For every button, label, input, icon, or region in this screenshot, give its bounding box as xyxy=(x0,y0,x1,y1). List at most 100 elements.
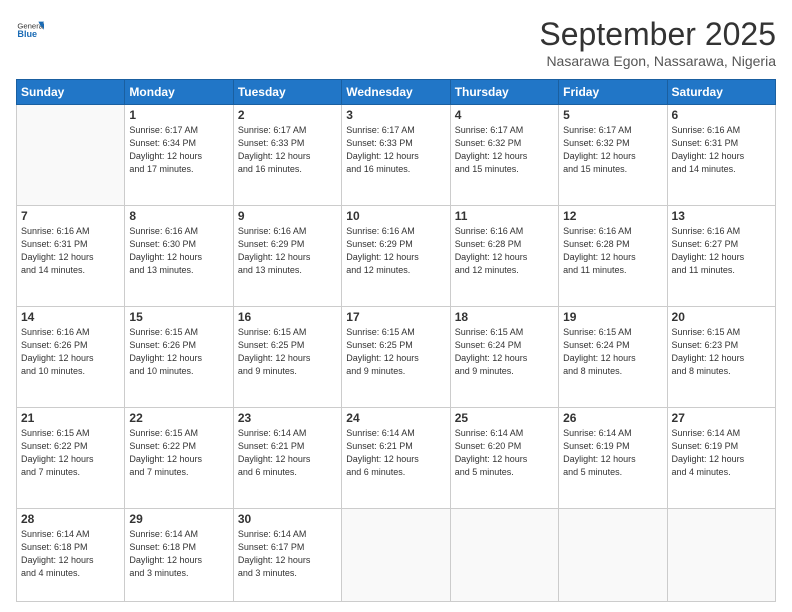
day-info: Sunrise: 6:17 AM Sunset: 6:32 PM Dayligh… xyxy=(455,124,554,176)
day-header-monday: Monday xyxy=(125,80,233,105)
calendar-week-2: 7Sunrise: 6:16 AM Sunset: 6:31 PM Daylig… xyxy=(17,206,776,307)
calendar-cell: 15 Sunrise: 6:15 AM Sunset: 6:26 PM Dayli… xyxy=(125,307,233,408)
calendar-cell: 21 Sunrise: 6:15 AM Sunset: 6:22 PM Dayli… xyxy=(17,408,125,509)
day-number: 13 xyxy=(672,209,771,223)
day-info: Sunrise: 6:16 AM Sunset: 6:27 PM Dayligh… xyxy=(672,225,771,277)
calendar-cell: 10 Sunrise: 6:16 AM Sunset: 6:29 PM Dayli… xyxy=(342,206,450,307)
logo-icon: General Blue xyxy=(16,16,44,44)
day-header-saturday: Saturday xyxy=(667,80,775,105)
calendar-week-3: 14 Sunrise: 6:16 AM Sunset: 6:26 PM Dayli… xyxy=(17,307,776,408)
calendar-cell: 8 Sunrise: 6:16 AM Sunset: 6:30 PM Daylig… xyxy=(125,206,233,307)
day-number: 12 xyxy=(563,209,662,223)
day-info: Sunrise: 6:15 AM Sunset: 6:26 PM Dayligh… xyxy=(129,326,228,378)
day-info: Sunrise: 6:15 AM Sunset: 6:25 PM Dayligh… xyxy=(346,326,445,378)
day-info: Sunrise: 6:14 AM Sunset: 6:19 PM Dayligh… xyxy=(563,427,662,479)
month-title: September 2025 xyxy=(539,16,776,53)
day-info: Sunrise: 6:15 AM Sunset: 6:23 PM Dayligh… xyxy=(672,326,771,378)
calendar-header-row: SundayMondayTuesdayWednesdayThursdayFrid… xyxy=(17,80,776,105)
location-subtitle: Nasarawa Egon, Nassarawa, Nigeria xyxy=(539,53,776,69)
day-number: 4 xyxy=(455,108,554,122)
calendar-cell: 22 Sunrise: 6:15 AM Sunset: 6:22 PM Dayli… xyxy=(125,408,233,509)
calendar-cell: 26 Sunrise: 6:14 AM Sunset: 6:19 PM Dayli… xyxy=(559,408,667,509)
day-number: 26 xyxy=(563,411,662,425)
day-info: Sunrise: 6:14 AM Sunset: 6:20 PM Dayligh… xyxy=(455,427,554,479)
day-number: 8 xyxy=(129,209,228,223)
day-header-friday: Friday xyxy=(559,80,667,105)
day-number: 20 xyxy=(672,310,771,324)
calendar-cell xyxy=(17,105,125,206)
calendar-cell: 11Sunrise: 6:16 AM Sunset: 6:28 PM Dayli… xyxy=(450,206,558,307)
calendar-cell: 12Sunrise: 6:16 AM Sunset: 6:28 PM Dayli… xyxy=(559,206,667,307)
calendar-cell: 3 Sunrise: 6:17 AM Sunset: 6:33 PM Daylig… xyxy=(342,105,450,206)
calendar-cell: 18Sunrise: 6:15 AM Sunset: 6:24 PM Dayli… xyxy=(450,307,558,408)
day-info: Sunrise: 6:14 AM Sunset: 6:21 PM Dayligh… xyxy=(346,427,445,479)
calendar-cell xyxy=(342,509,450,602)
day-number: 29 xyxy=(129,512,228,526)
day-header-wednesday: Wednesday xyxy=(342,80,450,105)
header: General Blue September 2025 Nasarawa Ego… xyxy=(16,16,776,69)
day-number: 19 xyxy=(563,310,662,324)
day-info: Sunrise: 6:14 AM Sunset: 6:18 PM Dayligh… xyxy=(21,528,120,580)
calendar-cell: 1 Sunrise: 6:17 AM Sunset: 6:34 PM Daylig… xyxy=(125,105,233,206)
day-info: Sunrise: 6:16 AM Sunset: 6:30 PM Dayligh… xyxy=(129,225,228,277)
day-number: 17 xyxy=(346,310,445,324)
calendar-cell xyxy=(667,509,775,602)
title-section: September 2025 Nasarawa Egon, Nassarawa,… xyxy=(539,16,776,69)
calendar-cell: 2 Sunrise: 6:17 AM Sunset: 6:33 PM Daylig… xyxy=(233,105,341,206)
day-info: Sunrise: 6:15 AM Sunset: 6:25 PM Dayligh… xyxy=(238,326,337,378)
day-number: 24 xyxy=(346,411,445,425)
day-header-thursday: Thursday xyxy=(450,80,558,105)
day-number: 30 xyxy=(238,512,337,526)
calendar-week-4: 21 Sunrise: 6:15 AM Sunset: 6:22 PM Dayli… xyxy=(17,408,776,509)
day-number: 1 xyxy=(129,108,228,122)
calendar-cell: 24 Sunrise: 6:14 AM Sunset: 6:21 PM Dayli… xyxy=(342,408,450,509)
day-info: Sunrise: 6:17 AM Sunset: 6:32 PM Dayligh… xyxy=(563,124,662,176)
calendar-cell: 16 Sunrise: 6:15 AM Sunset: 6:25 PM Dayli… xyxy=(233,307,341,408)
calendar-cell: 17 Sunrise: 6:15 AM Sunset: 6:25 PM Dayli… xyxy=(342,307,450,408)
day-info: Sunrise: 6:14 AM Sunset: 6:18 PM Dayligh… xyxy=(129,528,228,580)
page: General Blue September 2025 Nasarawa Ego… xyxy=(0,0,792,612)
day-number: 14 xyxy=(21,310,120,324)
day-number: 6 xyxy=(672,108,771,122)
calendar-cell: 4 Sunrise: 6:17 AM Sunset: 6:32 PM Daylig… xyxy=(450,105,558,206)
calendar-cell: 28 Sunrise: 6:14 AM Sunset: 6:18 PM Dayli… xyxy=(17,509,125,602)
calendar-cell: 20 Sunrise: 6:15 AM Sunset: 6:23 PM Dayli… xyxy=(667,307,775,408)
day-number: 15 xyxy=(129,310,228,324)
day-number: 10 xyxy=(346,209,445,223)
day-number: 11 xyxy=(455,209,554,223)
logo: General Blue xyxy=(16,16,44,44)
calendar-cell: 9 Sunrise: 6:16 AM Sunset: 6:29 PM Daylig… xyxy=(233,206,341,307)
day-info: Sunrise: 6:16 AM Sunset: 6:29 PM Dayligh… xyxy=(238,225,337,277)
calendar-cell xyxy=(559,509,667,602)
day-number: 16 xyxy=(238,310,337,324)
calendar-cell: 25 Sunrise: 6:14 AM Sunset: 6:20 PM Dayli… xyxy=(450,408,558,509)
day-number: 9 xyxy=(238,209,337,223)
day-info: Sunrise: 6:17 AM Sunset: 6:34 PM Dayligh… xyxy=(129,124,228,176)
day-info: Sunrise: 6:16 AM Sunset: 6:26 PM Dayligh… xyxy=(21,326,120,378)
svg-text:Blue: Blue xyxy=(17,29,37,39)
day-number: 22 xyxy=(129,411,228,425)
day-info: Sunrise: 6:14 AM Sunset: 6:21 PM Dayligh… xyxy=(238,427,337,479)
calendar-cell: 14 Sunrise: 6:16 AM Sunset: 6:26 PM Dayli… xyxy=(17,307,125,408)
calendar-cell: 6Sunrise: 6:16 AM Sunset: 6:31 PM Daylig… xyxy=(667,105,775,206)
day-info: Sunrise: 6:15 AM Sunset: 6:24 PM Dayligh… xyxy=(563,326,662,378)
day-info: Sunrise: 6:15 AM Sunset: 6:22 PM Dayligh… xyxy=(21,427,120,479)
day-number: 21 xyxy=(21,411,120,425)
day-number: 3 xyxy=(346,108,445,122)
day-number: 28 xyxy=(21,512,120,526)
calendar-cell: 30 Sunrise: 6:14 AM Sunset: 6:17 PM Dayli… xyxy=(233,509,341,602)
day-number: 2 xyxy=(238,108,337,122)
calendar-week-5: 28 Sunrise: 6:14 AM Sunset: 6:18 PM Dayli… xyxy=(17,509,776,602)
day-info: Sunrise: 6:17 AM Sunset: 6:33 PM Dayligh… xyxy=(238,124,337,176)
day-info: Sunrise: 6:14 AM Sunset: 6:17 PM Dayligh… xyxy=(238,528,337,580)
calendar-cell xyxy=(450,509,558,602)
day-info: Sunrise: 6:17 AM Sunset: 6:33 PM Dayligh… xyxy=(346,124,445,176)
day-number: 27 xyxy=(672,411,771,425)
day-number: 23 xyxy=(238,411,337,425)
day-info: Sunrise: 6:16 AM Sunset: 6:29 PM Dayligh… xyxy=(346,225,445,277)
calendar-cell: 5 Sunrise: 6:17 AM Sunset: 6:32 PM Daylig… xyxy=(559,105,667,206)
calendar-cell: 13 Sunrise: 6:16 AM Sunset: 6:27 PM Dayli… xyxy=(667,206,775,307)
day-info: Sunrise: 6:15 AM Sunset: 6:22 PM Dayligh… xyxy=(129,427,228,479)
day-number: 5 xyxy=(563,108,662,122)
day-number: 25 xyxy=(455,411,554,425)
